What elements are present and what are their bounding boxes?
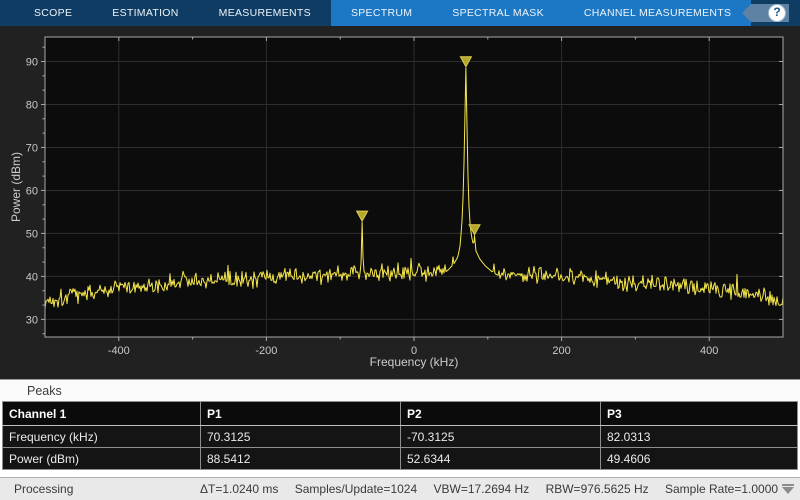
y-tick-label: 40 (26, 271, 38, 283)
tab-scope[interactable]: SCOPE (14, 0, 92, 26)
tab-spectral-mask[interactable]: SPECTRAL MASK (432, 0, 564, 26)
busy-icon (781, 484, 795, 495)
y-tick-label: 50 (26, 228, 38, 240)
peaks-header-channel: Channel 1 (3, 402, 201, 426)
peaks-power-row: Power (dBm) 88.5412 52.6344 49.4606 (3, 448, 798, 470)
x-axis-label: Frequency (kHz) (314, 355, 514, 369)
active-tab-group: SPECTRUM SPECTRAL MASK CHANNEL MEASUREME… (331, 0, 751, 26)
tab-measurements[interactable]: MEASUREMENTS (199, 0, 331, 26)
x-tick-label: 200 (552, 345, 570, 357)
y-tick-label: 70 (26, 142, 38, 154)
peaks-frequency-p2: -70.3125 (401, 426, 601, 448)
spectrum-plot-panel: -400-200020040030405060708090 Power (dBm… (0, 26, 800, 379)
peaks-table: Channel 1 P1 P2 P3 Frequency (kHz) 70.31… (2, 401, 798, 470)
status-state: Processing (14, 482, 73, 496)
peaks-frequency-row: Frequency (kHz) 70.3125 -70.3125 82.0313 (3, 426, 798, 448)
peaks-header-p1: P1 (201, 402, 401, 426)
y-tick-label: 30 (26, 314, 38, 326)
peaks-table-header-row: Channel 1 P1 P2 P3 (3, 402, 798, 426)
status-metrics: ΔT=1.0240 ms Samples/Update=1024 VBW=17.… (200, 482, 790, 496)
peaks-power-p2: 52.6344 (401, 448, 601, 470)
spectrum-analyzer-window: SCOPE ESTIMATION MEASUREMENTS SPECTRUM S… (0, 0, 800, 500)
spectrum-svg: -400-200020040030405060708090 (0, 26, 800, 379)
status-samples-update: Samples/Update=1024 (295, 482, 417, 496)
peaks-frequency-p3: 82.0313 (601, 426, 798, 448)
status-bar: Processing ΔT=1.0240 ms Samples/Update=1… (0, 477, 800, 500)
help-icon: ? (768, 4, 786, 22)
status-sample-rate: Sample Rate=1.0000 MHz (665, 482, 790, 496)
peaks-header-p3: P3 (601, 402, 798, 426)
peaks-power-p3: 49.4606 (601, 448, 798, 470)
status-vbw: VBW=17.2694 Hz (434, 482, 530, 496)
toolbar-spacer (0, 0, 14, 26)
help-button[interactable]: ? (742, 3, 790, 23)
peaks-panel-title: Peaks (27, 384, 62, 398)
tab-spectrum[interactable]: SPECTRUM (331, 0, 432, 26)
y-axis-label: Power (dBm) (9, 127, 23, 247)
peaks-frequency-label: Frequency (kHz) (3, 426, 201, 448)
spectrum-plot-area[interactable]: -400-200020040030405060708090 (0, 26, 800, 384)
peaks-power-p1: 88.5412 (201, 448, 401, 470)
status-delta-t: ΔT=1.0240 ms (200, 482, 278, 496)
tab-estimation[interactable]: ESTIMATION (92, 0, 198, 26)
peaks-header-p2: P2 (401, 402, 601, 426)
y-tick-label: 90 (26, 56, 38, 68)
peaks-frequency-p1: 70.3125 (201, 426, 401, 448)
x-tick-label: -400 (108, 345, 130, 357)
y-tick-label: 80 (26, 99, 38, 111)
x-tick-label: 400 (700, 345, 718, 357)
x-tick-label: -200 (255, 345, 277, 357)
toolstrip: SCOPE ESTIMATION MEASUREMENTS SPECTRUM S… (0, 0, 800, 26)
peaks-panel-header[interactable]: Peaks (0, 379, 800, 401)
y-tick-label: 60 (26, 185, 38, 197)
status-rbw: RBW=976.5625 Hz (546, 482, 649, 496)
peaks-power-label: Power (dBm) (3, 448, 201, 470)
tab-channel-measurements[interactable]: CHANNEL MEASUREMENTS (564, 0, 751, 26)
